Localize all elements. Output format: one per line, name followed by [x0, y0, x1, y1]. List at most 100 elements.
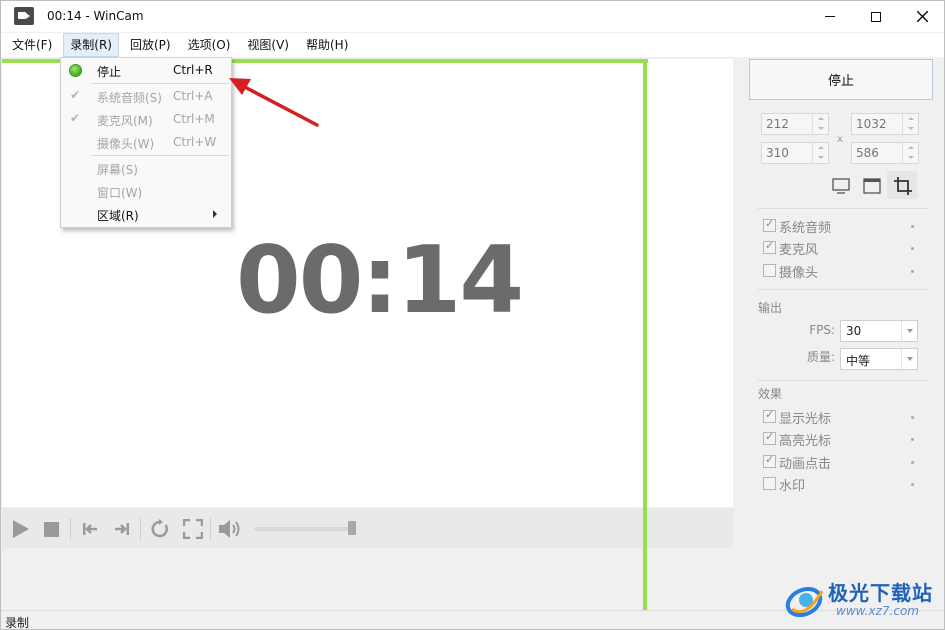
close-icon: [916, 11, 928, 22]
microphone-label: 麦克风: [779, 243, 819, 258]
chevron-down-icon[interactable]: [901, 349, 917, 369]
options-dot-icon[interactable]: [911, 483, 914, 486]
stop-button[interactable]: 停止: [749, 59, 933, 100]
checkbox-icon[interactable]: [763, 217, 776, 232]
minimize-icon: [825, 16, 835, 17]
green-dot-icon: [69, 64, 82, 77]
watermark-url: www.xz7.com: [836, 604, 919, 618]
menu-item-region[interactable]: 区域(R): [61, 203, 231, 225]
close-button[interactable]: [899, 1, 944, 32]
menu-separator: [91, 155, 229, 156]
spin-arrows-icon[interactable]: [812, 143, 828, 163]
region-x-spinbox[interactable]: 212: [761, 113, 829, 135]
output-section-label: 输出: [758, 301, 783, 315]
playback-toolbar: [2, 508, 733, 548]
animate-clicks-label: 动画点击: [779, 457, 832, 472]
menu-item-label: 停止: [97, 65, 122, 79]
region-y-spinbox[interactable]: 310: [761, 142, 829, 164]
menu-options[interactable]: 选项(O): [182, 33, 237, 57]
menu-item-label: 区域(R): [97, 209, 139, 223]
check-icon: ✔: [70, 111, 81, 125]
title-bar: 00:14 - WinCam: [1, 1, 944, 32]
options-dot-icon[interactable]: [911, 438, 914, 441]
toolbar-separator: [70, 518, 71, 540]
volume-slider-thumb[interactable]: [348, 521, 356, 535]
region-height-value: 586: [856, 146, 879, 160]
menu-item-label: 摄像头(W): [97, 137, 155, 151]
panel-divider: [758, 380, 928, 381]
menu-item-webcam[interactable]: 摄像头(W) Ctrl+W: [61, 131, 231, 153]
menu-file[interactable]: 文件(F): [6, 33, 58, 57]
checkbox-icon[interactable]: [763, 453, 776, 468]
volume-icon[interactable]: [218, 518, 244, 540]
spin-arrows-icon[interactable]: [812, 114, 828, 134]
record-dropdown-menu: 停止 Ctrl+R ✔ 系统音频(S) Ctrl+A ✔ 麦克风(M) Ctrl…: [60, 57, 232, 228]
watermark-title: 极光下载站: [828, 581, 933, 605]
screen-capture-icon[interactable]: [831, 176, 851, 196]
stop-icon[interactable]: [44, 522, 59, 537]
volume-slider-track[interactable]: [254, 527, 354, 531]
options-dot-icon[interactable]: [911, 247, 914, 250]
chevron-down-icon[interactable]: [901, 321, 917, 341]
menu-item-system-audio[interactable]: ✔ 系统音频(S) Ctrl+A: [61, 85, 231, 107]
menu-item-label: 麦克风(M): [97, 114, 153, 128]
window-capture-icon[interactable]: [862, 176, 882, 196]
skip-previous-icon[interactable]: [82, 521, 98, 537]
checkbox-icon[interactable]: [763, 239, 776, 254]
fps-value: 30: [846, 324, 862, 338]
highlight-cursor-checkbox[interactable]: 高亮光标: [763, 429, 923, 449]
checkbox-icon[interactable]: [763, 477, 776, 490]
menu-item-window[interactable]: 窗口(W): [61, 180, 231, 202]
options-dot-icon[interactable]: [911, 270, 914, 273]
region-y-value: 310: [766, 146, 789, 160]
play-icon[interactable]: [13, 520, 29, 538]
checkbox-icon[interactable]: [763, 264, 776, 277]
menu-playback[interactable]: 回放(P): [124, 33, 177, 57]
region-capture-button[interactable]: [887, 171, 917, 199]
fullscreen-icon[interactable]: [183, 519, 203, 539]
options-dot-icon[interactable]: [911, 225, 914, 228]
options-dot-icon[interactable]: [911, 461, 914, 464]
checkbox-icon[interactable]: [763, 408, 776, 423]
check-icon: ✔: [70, 88, 81, 102]
refresh-icon[interactable]: [150, 519, 170, 539]
maximize-button[interactable]: [853, 1, 899, 32]
animate-clicks-checkbox[interactable]: 动画点击: [763, 452, 923, 472]
microphone-checkbox[interactable]: 麦克风: [763, 238, 923, 258]
skip-next-icon[interactable]: [114, 521, 130, 537]
region-width-spinbox[interactable]: 1032: [851, 113, 919, 135]
fps-select[interactable]: 30: [840, 320, 918, 342]
system-audio-checkbox[interactable]: 系统音频: [763, 216, 923, 236]
recording-timer: 00:14: [236, 226, 524, 334]
menu-item-screen[interactable]: 屏幕(S): [61, 157, 231, 179]
show-cursor-checkbox[interactable]: 显示光标: [763, 407, 923, 427]
menu-bar: 文件(F) 录制(R) 回放(P) 选项(O) 视图(V) 帮助(H): [1, 33, 944, 57]
wincam-window: 00:14 - WinCam 文件(F) 录制(R) 回放(P) 选项(O) 视…: [0, 0, 945, 630]
toolbar-separator: [210, 518, 211, 540]
timeline-area: [2, 548, 733, 608]
panel-divider: [758, 208, 928, 209]
region-height-spinbox[interactable]: 586: [851, 142, 919, 164]
webcam-label: 摄像头: [779, 266, 819, 281]
menu-item-label: 系统音频(S): [97, 91, 162, 105]
menu-record[interactable]: 录制(R): [63, 33, 119, 57]
webcam-checkbox[interactable]: 摄像头: [763, 261, 923, 281]
region-separator: x: [837, 134, 843, 145]
minimize-button[interactable]: [807, 1, 853, 32]
region-width-value: 1032: [856, 117, 887, 131]
quality-select[interactable]: 中等: [840, 348, 918, 370]
status-text: 录制: [5, 616, 30, 630]
menu-item-microphone[interactable]: ✔ 麦克风(M) Ctrl+M: [61, 108, 231, 130]
watermark-checkbox[interactable]: 水印: [763, 474, 923, 494]
menu-item-stop[interactable]: 停止 Ctrl+R: [61, 59, 231, 81]
checkbox-icon[interactable]: [763, 430, 776, 445]
spin-arrows-icon[interactable]: [902, 114, 918, 134]
watermark-logo-icon: [785, 586, 824, 618]
camera-icon: [14, 7, 34, 25]
menu-view[interactable]: 视图(V): [241, 33, 295, 57]
menu-help[interactable]: 帮助(H): [300, 33, 354, 57]
menu-separator: [91, 83, 229, 84]
options-dot-icon[interactable]: [911, 416, 914, 419]
spin-arrows-icon[interactable]: [902, 143, 918, 163]
menu-item-label: 屏幕(S): [97, 163, 138, 177]
